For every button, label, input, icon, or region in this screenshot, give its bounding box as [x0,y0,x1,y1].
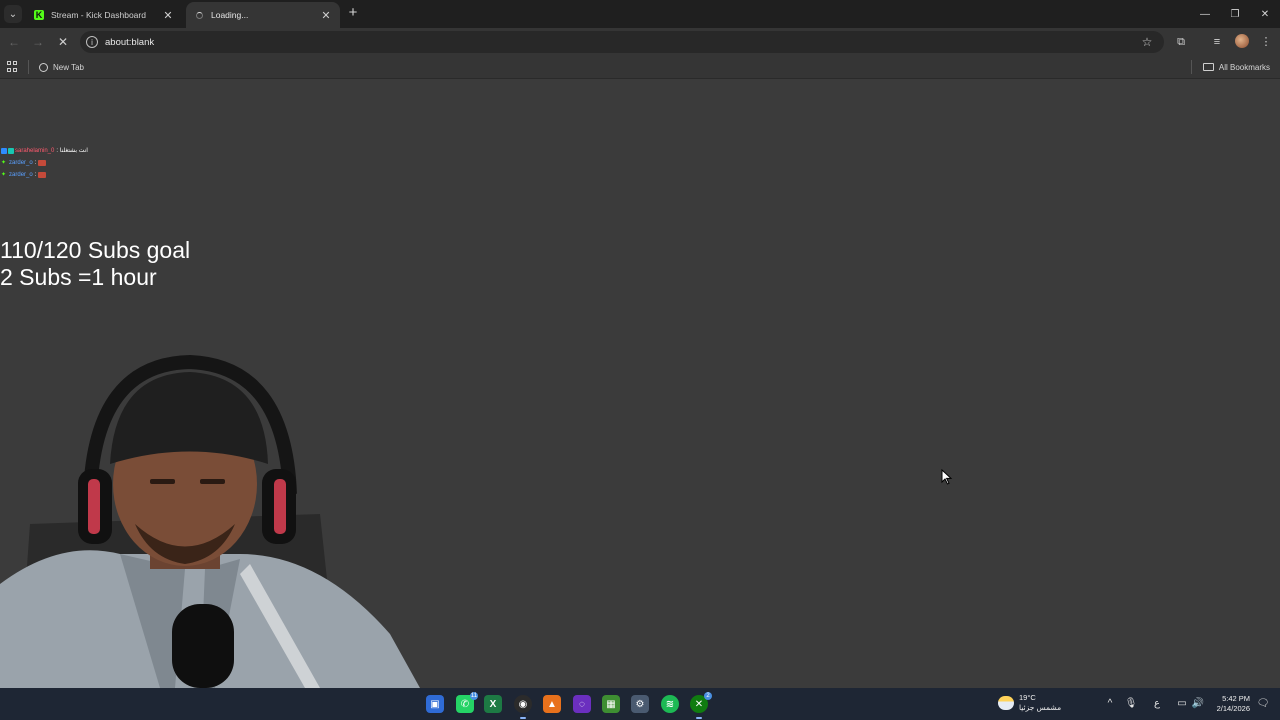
tab-title: Stream - Kick Dashboard [51,10,146,20]
partly-sunny-icon [998,696,1014,710]
close-icon[interactable]: ✕ [162,9,174,22]
clock-date: 2/14/2026 [1216,704,1250,713]
menu-kebab-icon[interactable]: ⋮ [1258,34,1274,50]
close-window-icon[interactable]: ✕ [1250,0,1280,28]
notifications-icon[interactable]: 🗨 [1256,697,1270,711]
system-clock[interactable]: 5:42 PM 2/14/2026 [1208,694,1250,714]
profile-avatar[interactable] [1235,34,1249,48]
whatsapp-icon[interactable]: ✆ 11 [456,692,478,713]
forward-button[interactable]: → [30,34,46,50]
globe-icon [39,62,48,72]
volume-icon[interactable]: 🔊 [1191,697,1205,711]
notification-badge: 2 [704,692,712,700]
chat-username: sarahelamin_0 [15,148,55,154]
tab-loading[interactable]: Loading... ✕ [186,2,340,28]
badge-icon [1,148,7,154]
address-bar[interactable]: i about:blank ☆ [80,31,1164,53]
emote-icon [38,160,47,166]
app-icon[interactable]: ▣ [426,695,444,713]
clock-time: 5:42 PM [1222,694,1250,703]
minimize-icon[interactable]: — [1190,0,1220,28]
subs-goal-text: 110/120 Subs goal 2 Subs =1 hour [0,237,190,291]
folder-icon [1202,63,1214,71]
minecraft-icon[interactable]: ▦ [602,695,620,713]
sparkle-icon: ✦ [1,172,7,178]
bookmark-new-tab[interactable]: New Tab [39,60,84,74]
sparkle-icon: ✦ [1,160,7,166]
weather-condition: مشمس جزئيا [1019,703,1062,712]
bookmarks-divider [1191,60,1192,74]
emote-icon [38,172,47,178]
settings-icon[interactable]: ⚙ [631,695,649,713]
chat-message: ✦ zarder_o : [1,169,88,181]
vlc-icon[interactable]: ▲ [543,695,561,713]
stop-loading-button[interactable]: ✕ [55,34,71,50]
language-indicator[interactable]: ع [1150,697,1164,711]
browser-toolbar: ← → ✕ i about:blank ☆ ⧉ ≡ ⋮ [0,28,1280,56]
close-icon[interactable]: ✕ [320,9,332,22]
chat-text: انت بشتغلنا [59,148,88,154]
bookmarks-divider [28,60,29,74]
mouse-cursor-icon [941,469,953,485]
tab-title: Loading... [211,10,249,20]
back-button[interactable]: ← [6,34,22,50]
bookmark-label: New Tab [53,62,84,72]
obs-icon[interactable]: ◉ [514,695,532,713]
chat-username: zarder_o [9,160,33,166]
bookmarks-bar: New Tab All Bookmarks [0,56,1280,79]
spotify-icon[interactable]: ≋ [661,695,679,713]
xbox-icon[interactable]: ✕ 2 [690,692,712,713]
apps-grid-icon[interactable] [7,61,18,72]
chevron-up-icon[interactable]: ^ [1103,697,1117,711]
chat-overlay: sarahelamin_0 : انت بشتغلنا ✦ zarder_o :… [1,145,88,181]
subs-rate-line: 2 Subs =1 hour [0,264,157,290]
subs-goal-line: 110/120 Subs goal [0,237,191,263]
spreadsheet-icon[interactable]: X [484,695,502,713]
new-tab-button[interactable]: + [345,5,361,21]
window-controls: — ❐ ✕ [1190,0,1280,28]
page-content: sarahelamin_0 : انت بشتغلنا ✦ zarder_o :… [0,79,1280,688]
tab-kick-dashboard[interactable]: K Stream - Kick Dashboard ✕ [26,2,182,28]
notification-badge: 11 [470,692,478,700]
tab-strip: ⌄ K Stream - Kick Dashboard ✕ Loading...… [0,0,1280,28]
microphone-icon[interactable]: 🎙 [1124,697,1138,711]
network-icon[interactable]: ▭ [1175,697,1189,711]
chat-message: ✦ zarder_o : [1,157,88,169]
active-app-indicator [520,717,526,719]
chevron-down-icon: ⌄ [8,8,18,20]
all-bookmarks-label: All Bookmarks [1218,62,1270,72]
all-bookmarks-button[interactable]: All Bookmarks [1202,60,1270,74]
kick-icon: K [34,10,44,20]
info-icon[interactable]: i [86,36,98,48]
active-app-indicator [696,717,702,719]
address-bar-url[interactable]: about:blank [105,37,1139,48]
chat-username: zarder_o [9,172,33,178]
bookmark-star-icon[interactable]: ☆ [1139,35,1155,49]
twitch-icon[interactable]: ◌ [573,695,591,713]
weather-temp: 19°C [1019,693,1036,702]
tab-search-button[interactable]: ⌄ [4,5,22,23]
extensions-icon[interactable]: ⧉ [1173,34,1189,50]
restore-icon[interactable]: ❐ [1220,0,1250,28]
badge-icon [8,148,14,154]
streamer-webcam-image [0,354,420,688]
taskbar: ▣ ✆ 11 X ◉ ▲ ◌ ▦ ⚙ ≋ ✕ 2 19°C مشمس جزئيا… [0,688,1280,720]
chat-separator: : [34,160,37,166]
webcam-feed [0,354,420,688]
weather-widget[interactable]: 19°C مشمس جزئيا [998,693,1061,713]
chat-message: sarahelamin_0 : انت بشتغلنا [1,145,88,157]
loading-spinner-icon [194,10,204,20]
media-controls-icon[interactable]: ≡ [1209,34,1225,50]
chat-separator: : [34,172,37,178]
